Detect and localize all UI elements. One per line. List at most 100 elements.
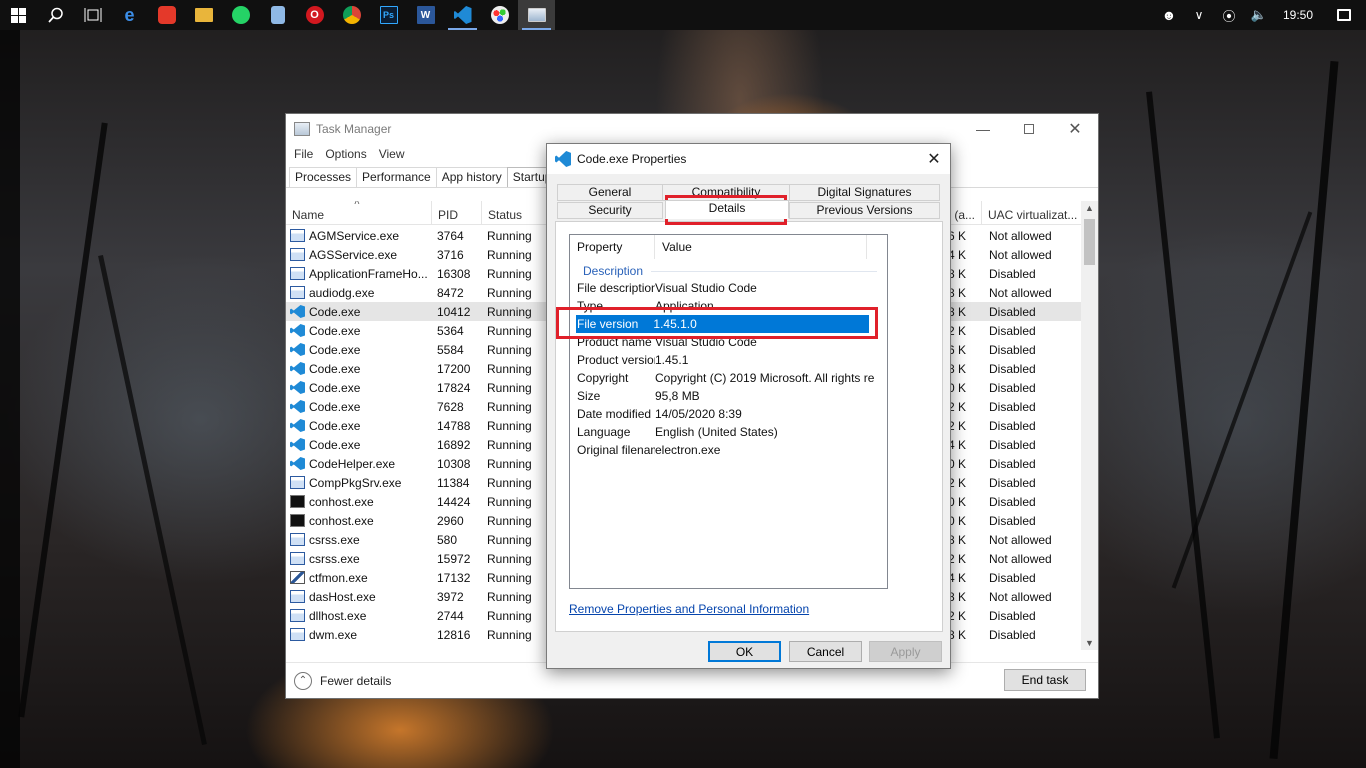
scroll-up-icon[interactable]: ▲ — [1085, 203, 1094, 213]
remove-properties-link[interactable]: Remove Properties and Personal Informati… — [569, 602, 809, 616]
property-row[interactable]: Language English (United States) — [570, 423, 887, 441]
process-icon — [290, 571, 305, 584]
details-items: File description Visual Studio Code Type Ap… — [570, 279, 887, 459]
minimize-button[interactable]: — — [960, 114, 1006, 144]
network-button[interactable]: ⦿ — [1214, 0, 1244, 30]
opera-button[interactable]: O — [296, 0, 333, 30]
cell-uac: Disabled — [989, 380, 1036, 395]
cell-name: Code.exe — [286, 438, 431, 452]
cell-uac: Not allowed — [989, 228, 1052, 243]
tab-details[interactable]: Details — [665, 200, 789, 219]
process-icon — [290, 267, 305, 280]
process-name: audiodg.exe — [309, 285, 375, 300]
task-view-button[interactable] — [74, 0, 111, 30]
cell-uac: Disabled — [989, 494, 1036, 509]
whatsapp-button[interactable] — [222, 0, 259, 30]
property-row[interactable]: Copyright Copyright (C) 2019 Microsoft. A… — [570, 369, 887, 387]
scrollbar-thumb[interactable] — [1084, 219, 1095, 265]
property-value: 1.45.1.0 — [653, 317, 697, 331]
tab-processes[interactable]: Processes — [289, 167, 358, 187]
ok-button[interactable]: OK — [708, 641, 781, 662]
header-property[interactable]: Property — [570, 235, 655, 259]
photoshop-icon: Ps — [379, 6, 398, 24]
task-manager-icon — [527, 8, 546, 22]
cell-pid: 12816 — [437, 627, 471, 642]
people-button[interactable]: ☻ — [1154, 0, 1184, 30]
scroll-down-icon[interactable]: ▼ — [1085, 638, 1094, 648]
apply-button[interactable]: Apply — [869, 641, 942, 662]
property-row[interactable]: Original filenameelectron.exe — [570, 441, 887, 459]
end-task-button[interactable]: End task — [1004, 669, 1086, 691]
clock[interactable]: 19:50 — [1274, 8, 1322, 22]
cell-uac: Not allowed — [989, 247, 1052, 262]
cell-pid: 16892 — [437, 437, 471, 452]
column-uac[interactable]: UAC virtualizat... — [982, 201, 1082, 224]
dialog-close-button[interactable]: ✕ — [918, 144, 950, 174]
dialog-titlebar[interactable]: Code.exe Properties — [547, 144, 950, 174]
vscode-icon — [555, 151, 571, 167]
tab-compatibility[interactable]: Compatibility — [662, 184, 790, 201]
search-button[interactable] — [37, 0, 74, 30]
property-row[interactable]: File description Visual Studio Code — [570, 279, 887, 297]
file-explorer-button[interactable] — [185, 0, 222, 30]
column-pid[interactable]: PID — [432, 201, 482, 224]
cancel-button[interactable]: Cancel — [789, 641, 862, 662]
cell-name: Code.exe — [286, 400, 431, 414]
process-icon — [290, 438, 305, 451]
photoshop-button[interactable]: Ps — [370, 0, 407, 30]
menu-options[interactable]: Options — [319, 147, 372, 161]
menu-file[interactable]: File — [288, 147, 319, 161]
property-row[interactable]: Product version 1.45.1 — [570, 351, 887, 369]
edge-button[interactable]: e — [111, 0, 148, 30]
details-list-header: Property Value — [570, 235, 887, 259]
tab-security[interactable]: Security — [557, 202, 663, 219]
process-name: Code.exe — [309, 361, 361, 376]
property-row[interactable]: File version 1.45.1.0 — [576, 315, 869, 333]
cell-name: csrss.exe — [286, 552, 431, 566]
cell-status: Running — [487, 247, 532, 262]
cell-uac: Disabled — [989, 323, 1036, 338]
tab-performance[interactable]: Performance — [356, 167, 437, 187]
show-hidden-icons-button[interactable]: ∨ — [1184, 0, 1214, 30]
red-app-button[interactable] — [148, 0, 185, 30]
start-button[interactable] — [0, 0, 37, 30]
cell-name: Code.exe — [286, 381, 431, 395]
close-button[interactable]: ✕ — [1052, 114, 1098, 144]
property-row[interactable]: Date modified 14/05/2020 8:39 — [570, 405, 887, 423]
volume-button[interactable]: 🔈 — [1244, 0, 1274, 30]
cell-status: Running — [487, 589, 532, 604]
property-row[interactable]: Size 95,8 MB — [570, 387, 887, 405]
column-name[interactable]: ˄ Name — [286, 201, 432, 224]
property-row[interactable]: Product name Visual Studio Code — [570, 333, 887, 351]
process-icon — [290, 457, 305, 470]
paint-button[interactable] — [481, 0, 518, 30]
menu-view[interactable]: View — [373, 147, 411, 161]
action-center-button[interactable] — [1322, 0, 1366, 30]
fewer-details-button[interactable]: ⌃ Fewer details — [286, 671, 391, 690]
close-icon: ✕ — [927, 151, 941, 168]
tab-digital-signatures[interactable]: Digital Signatures — [789, 184, 940, 201]
word-icon: W — [416, 6, 435, 24]
property-value: electron.exe — [655, 443, 721, 457]
vscode-button[interactable] — [444, 0, 481, 30]
cell-pid: 17132 — [437, 570, 471, 585]
cell-status: Running — [487, 342, 532, 357]
tab-app-history[interactable]: App history — [435, 167, 508, 187]
notepad-button[interactable] — [259, 0, 296, 30]
word-button[interactable]: W — [407, 0, 444, 30]
vertical-scrollbar[interactable]: ▲ ▼ — [1081, 201, 1098, 650]
tab-previous-versions[interactable]: Previous Versions — [789, 202, 940, 219]
property-row[interactable]: Type Application — [570, 297, 887, 315]
group-divider — [651, 270, 877, 272]
chrome-button[interactable] — [333, 0, 370, 30]
maximize-button[interactable] — [1006, 114, 1052, 144]
details-list[interactable]: Property Value Description File descript… — [569, 234, 888, 589]
property-name: Product version — [577, 353, 655, 367]
cell-pid: 5364 — [437, 323, 464, 338]
cell-pid: 16308 — [437, 266, 471, 281]
tab-general[interactable]: General — [557, 184, 663, 201]
task-manager-button[interactable] — [518, 0, 555, 30]
cell-status: Running — [487, 513, 532, 528]
header-value[interactable]: Value — [655, 235, 867, 259]
wifi-icon: ⦿ — [1222, 8, 1236, 24]
